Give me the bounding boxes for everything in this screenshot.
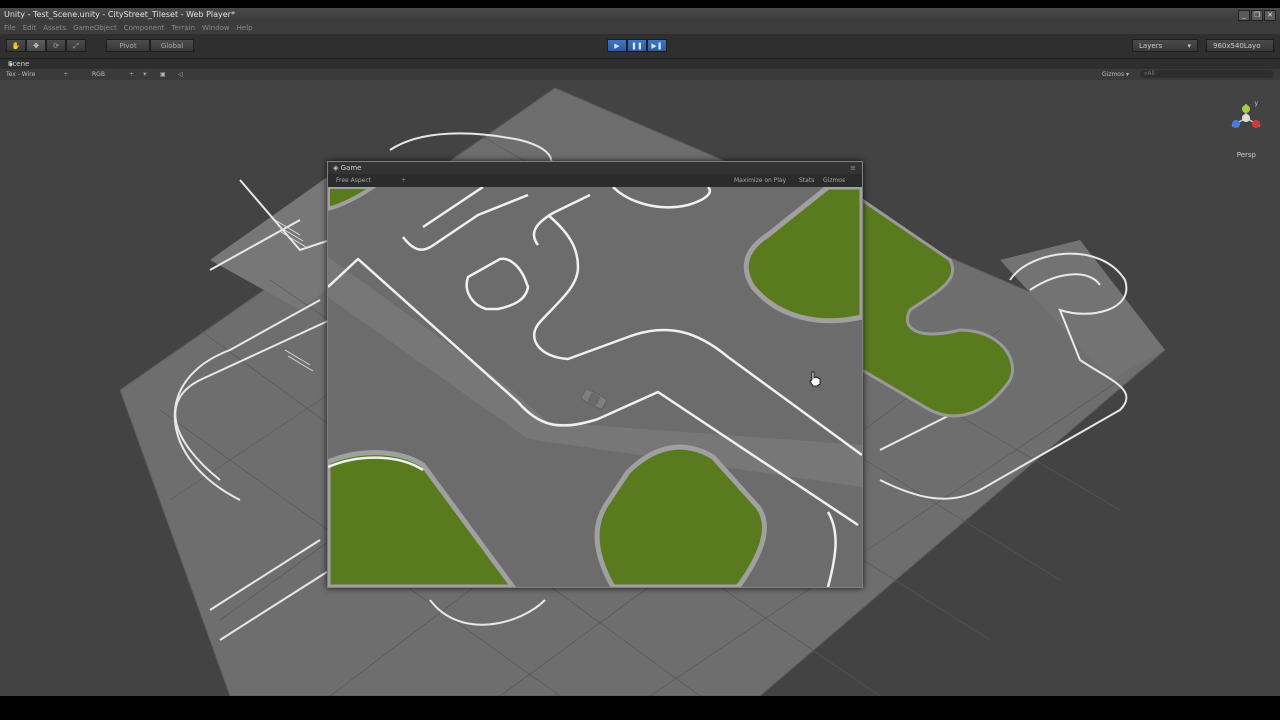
- color-mode-dropdown[interactable]: RGB ÷: [92, 69, 134, 80]
- game-tab-strip: ◈ Game ≡: [328, 162, 862, 174]
- window-title: Unity - Test_Scene.unity - CityStreet_Ti…: [4, 10, 235, 19]
- scene-tab-strip: ◈ Scene: [0, 59, 1280, 69]
- chevron-icon: ÷: [63, 71, 69, 78]
- search-placeholder: All: [1147, 70, 1155, 77]
- title-bar: Unity - Test_Scene.unity - CityStreet_Ti…: [0, 8, 1280, 22]
- scale-icon: ⤢: [73, 42, 79, 50]
- menu-bar: File Edit Assets GameObject Component Te…: [0, 22, 1280, 34]
- audio-toggle[interactable]: ◁: [178, 69, 183, 80]
- layout-label: 960x540Layo: [1213, 42, 1261, 50]
- image-icon: ▣: [160, 71, 166, 78]
- gizmos-dropdown[interactable]: Gizmos ▾: [1102, 69, 1129, 80]
- render-mode-dropdown[interactable]: Tex - Wire ÷: [6, 69, 68, 80]
- play-icon: ▶: [614, 42, 620, 50]
- game-window: ◈ Game ≡ Free Aspect ÷ Maximize on Play S…: [327, 161, 863, 588]
- game-gizmos-toggle[interactable]: Gizmos: [823, 174, 845, 187]
- menu-component[interactable]: Component: [124, 22, 165, 34]
- menu-file[interactable]: File: [4, 22, 16, 34]
- scale-tool-button[interactable]: ⤢: [66, 39, 86, 52]
- aspect-label: Free Aspect: [336, 177, 372, 184]
- game-tab-icon: ◈: [333, 164, 339, 172]
- color-mode-label: RGB: [92, 71, 105, 78]
- render-mode-label: Tex - Wire: [6, 71, 36, 78]
- menu-edit[interactable]: Edit: [23, 22, 37, 34]
- menu-gameobject[interactable]: GameObject: [73, 22, 117, 34]
- pause-icon: ❚❚: [631, 42, 643, 50]
- chevron-down-icon: ▾: [1187, 42, 1191, 50]
- maximize-button[interactable]: ❐: [1251, 10, 1263, 21]
- scene-tab-label: Scene: [8, 60, 30, 68]
- pause-button[interactable]: ❚❚: [627, 39, 647, 52]
- menu-help[interactable]: Help: [237, 22, 253, 34]
- scene-search-input[interactable]: ⌕All: [1140, 70, 1274, 78]
- layers-dropdown[interactable]: Layers ▾: [1132, 39, 1198, 52]
- pivot-label: Pivot: [119, 42, 137, 50]
- global-label: Global: [160, 42, 184, 50]
- unity-editor-window: Unity - Test_Scene.unity - CityStreet_Ti…: [0, 8, 1280, 696]
- hand-icon: ✋: [11, 42, 21, 50]
- hand-tool-button[interactable]: ✋: [6, 39, 26, 52]
- minimize-button[interactable]: _: [1238, 10, 1250, 21]
- rotate-icon: ⟳: [53, 42, 59, 50]
- pivot-toggle[interactable]: Pivot: [106, 39, 150, 52]
- step-icon: ▶❚: [651, 42, 663, 50]
- pivot-toggles: Pivot Global: [106, 39, 194, 52]
- sun-icon: ☀: [142, 71, 148, 78]
- scene-view-toggle[interactable]: ▣: [160, 69, 166, 80]
- playback-controls: ▶ ❚❚ ▶❚: [607, 39, 667, 52]
- move-tool-button[interactable]: ✥: [26, 39, 46, 52]
- game-view[interactable]: [328, 187, 862, 587]
- chevron-icon: ÷: [401, 177, 407, 184]
- gizmo-y-axis-label: y: [1254, 100, 1258, 107]
- menu-assets[interactable]: Assets: [43, 22, 66, 34]
- status-bar: [0, 696, 1280, 720]
- menu-window[interactable]: Window: [202, 22, 230, 34]
- layers-label: Layers: [1139, 42, 1163, 50]
- lighting-toggle[interactable]: ☀: [142, 69, 147, 80]
- global-toggle[interactable]: Global: [150, 39, 194, 52]
- move-icon: ✥: [33, 42, 39, 50]
- chevron-icon: ÷: [128, 71, 134, 78]
- transform-tools: ✋ ✥ ⟳ ⤢: [6, 39, 86, 52]
- step-button[interactable]: ▶❚: [647, 39, 667, 52]
- play-button[interactable]: ▶: [607, 39, 627, 52]
- gizmos-label: Gizmos: [1102, 71, 1125, 78]
- stats-toggle[interactable]: Stats: [799, 174, 814, 187]
- panel-menu-icon[interactable]: ≡: [850, 162, 856, 174]
- speaker-icon: ◁: [178, 71, 183, 78]
- tab-game[interactable]: ◈ Game: [333, 162, 361, 174]
- game-tab-label: Game: [340, 164, 362, 172]
- toolbar: ✋ ✥ ⟳ ⤢ Pivot Global ▶ ❚❚ ▶❚ Layers ▾ 96…: [0, 34, 1280, 59]
- game-toolbar: Free Aspect ÷ Maximize on Play Stats Gizm…: [328, 174, 862, 188]
- rotate-tool-button[interactable]: ⟳: [46, 39, 66, 52]
- menu-terrain[interactable]: Terrain: [171, 22, 195, 34]
- close-button[interactable]: ✕: [1264, 10, 1276, 21]
- aspect-dropdown[interactable]: Free Aspect ÷: [336, 174, 406, 187]
- game-render: [328, 187, 862, 587]
- layout-dropdown[interactable]: 960x540Layo: [1206, 39, 1274, 52]
- hand-cursor-icon: [809, 371, 821, 387]
- maximize-on-play-toggle[interactable]: Maximize on Play: [734, 174, 786, 187]
- persp-label[interactable]: Persp: [1237, 151, 1256, 159]
